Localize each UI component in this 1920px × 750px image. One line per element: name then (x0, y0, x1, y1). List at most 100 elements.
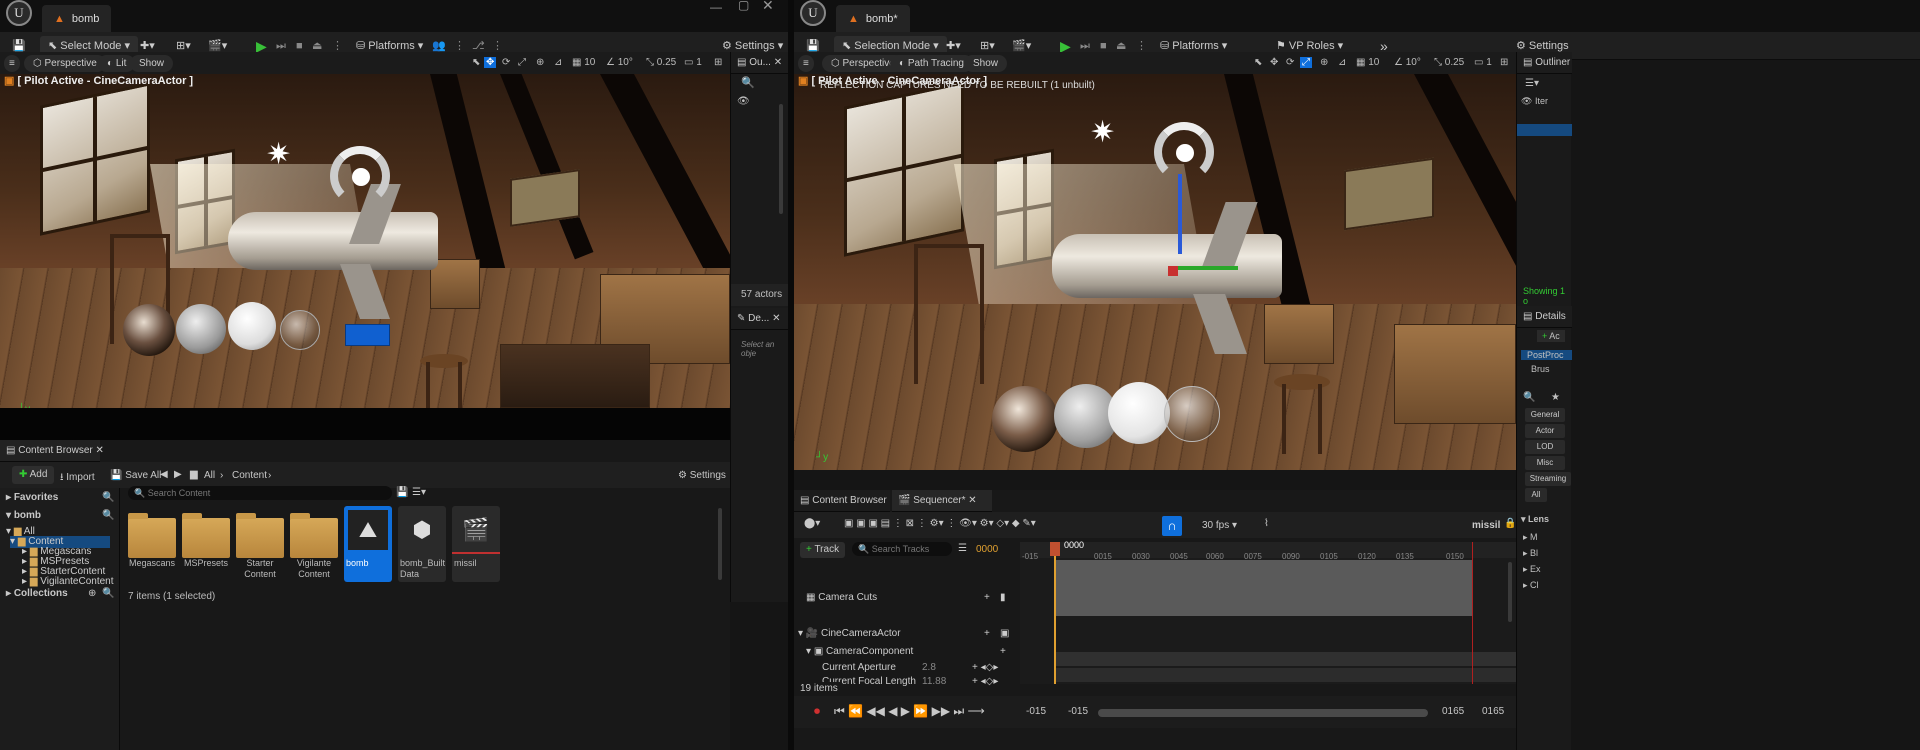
details-tab[interactable]: ▤ Details (1517, 306, 1572, 328)
playhead[interactable] (1054, 542, 1056, 684)
details-add-button[interactable]: + Ac (1537, 330, 1565, 342)
snap-toggle-button[interactable]: ∩ (1162, 516, 1182, 536)
surface-snap-icon[interactable]: ⊿ (1338, 57, 1346, 68)
close-icon[interactable]: ✕ (774, 57, 782, 68)
lock-track-icon[interactable]: ▮ (1000, 592, 1006, 603)
sequence-options-icon[interactable]: ⬤▾ (804, 518, 820, 529)
lens-row[interactable]: ▸ Bl (1523, 548, 1538, 559)
breadcrumb-content[interactable]: Content (232, 470, 267, 481)
sequencer-toolbar-icons[interactable]: ▣ ▣ ▣ ▤ ⋮ ⊠ ⋮ ⚙▾ ⋮ 👁▾ ⚙▾ ◇▾ ◆ ✎▾ (844, 518, 1036, 529)
project-header[interactable]: ▾ bomb (6, 510, 41, 521)
close-button[interactable]: ✕ (762, 0, 774, 14)
viewport-menu-button[interactable]: ≡ (798, 55, 814, 72)
select-tool-icon[interactable]: ⬉ (1254, 57, 1262, 68)
search-tracks-input[interactable]: 🔍 Search Tracks (852, 542, 952, 556)
breadcrumb-all[interactable]: All (204, 470, 215, 481)
category-general[interactable]: General (1525, 408, 1565, 422)
rotation-snap[interactable]: ∠ 10° (1394, 57, 1421, 68)
translate-tool-icon[interactable]: ✥ (484, 57, 497, 68)
cb-settings-button[interactable]: ⚙ Settings (678, 470, 726, 481)
category-streaming[interactable]: Streaming (1525, 472, 1571, 486)
transform-gizmo-z[interactable] (1178, 174, 1182, 254)
left-level-tab[interactable]: ▲ bomb (42, 5, 112, 32)
transform-gizmo-x[interactable] (1168, 266, 1178, 276)
track-filter-icon[interactable]: ☰ (958, 543, 967, 554)
track-cinecameraactor[interactable]: ▾ 🎥 CineCameraActor (798, 628, 901, 639)
folder-starter-content[interactable] (236, 513, 284, 558)
add-key-icon[interactable]: + (984, 592, 990, 603)
directional-light-icon[interactable]: ✷ (266, 140, 291, 170)
add-track-button[interactable]: + Track (800, 542, 846, 558)
content-browser-tab[interactable]: ▤ Content Browser ✕ (0, 440, 104, 462)
show-button[interactable]: Show (964, 55, 1008, 72)
outliner-tab[interactable]: ▤ Outliner (1517, 52, 1572, 74)
spot-light-icon[interactable] (330, 146, 390, 206)
camera-speed[interactable]: ▭ 1 (1474, 57, 1492, 68)
details-component-2[interactable]: Brus (1531, 364, 1550, 374)
playhead-handle[interactable] (1050, 542, 1060, 556)
search-content-input[interactable]: 🔍 Search Content (128, 486, 392, 500)
content-browser-tab[interactable]: ▤ Content Browser (794, 490, 890, 512)
show-button[interactable]: Show (130, 55, 174, 72)
scale-tool-icon[interactable]: ⤢ (1300, 57, 1312, 68)
filter-icon[interactable]: ☰▾ (1525, 78, 1539, 89)
cb-scrollbar[interactable] (718, 508, 722, 580)
track-cameracomponent[interactable]: ▾ ▣ CameraComponent (806, 646, 913, 657)
outliner-scrollbar[interactable] (779, 104, 783, 214)
world-icon[interactable]: ⊕ (536, 57, 544, 68)
category-all[interactable]: All (1525, 488, 1547, 502)
add-button[interactable]: ✚ Add (12, 466, 55, 484)
timeline-scrollbar[interactable] (1508, 562, 1512, 622)
favorites-search-icon[interactable]: 🔍 (102, 492, 114, 503)
details-component-1[interactable]: PostProc (1521, 350, 1572, 360)
range-start-a[interactable]: -015 (1026, 706, 1046, 717)
close-icon[interactable]: ✕ (772, 313, 780, 324)
layout-icon[interactable]: ⊞ (714, 57, 722, 68)
import-button[interactable]: ⭳ Import (60, 470, 95, 487)
folder-vigilante-content[interactable] (290, 513, 338, 558)
rotate-tool-icon[interactable]: ⟳ (1286, 57, 1294, 68)
current-frame-field[interactable]: 0000 (976, 544, 998, 555)
favorites-header[interactable]: ▸ Favorites (6, 492, 58, 503)
rotate-tool-icon[interactable]: ⟳ (502, 57, 510, 68)
grid-snap[interactable]: ▦ 10 (1356, 57, 1379, 68)
folder-mspresets[interactable] (182, 513, 230, 558)
tree-item-vigilantecontent[interactable]: ▸ ▆ VigilanteContent (22, 576, 114, 588)
forward-icon[interactable]: ▶ (174, 469, 182, 480)
right-viewport[interactable]: ✷ ▣ [ Pilot Active - CineCameraActor ] R… (794, 74, 1516, 470)
range-end-b[interactable]: 0165 (1482, 706, 1504, 717)
category-lod[interactable]: LOD (1525, 440, 1565, 454)
rotation-snap[interactable]: ∠ 10° (606, 57, 633, 68)
viewport-menu-button[interactable]: ≡ (4, 55, 20, 72)
category-misc[interactable]: Misc (1525, 456, 1565, 470)
details-search-icon[interactable]: 🔍 (1523, 392, 1535, 403)
collections-search-icon[interactable]: 🔍 (102, 588, 114, 599)
range-scrollbar[interactable] (1098, 709, 1428, 717)
aperture-value[interactable]: 2.8 (922, 662, 936, 673)
translate-tool-icon[interactable]: ✥ (1270, 57, 1278, 68)
surface-snap-icon[interactable]: ⊿ (554, 57, 562, 68)
unreal-logo[interactable]: U (800, 0, 826, 26)
focal-length-value[interactable]: 11.88 (922, 676, 946, 687)
folder-megascans[interactable] (128, 513, 176, 558)
directional-light-icon[interactable]: ✷ (1090, 118, 1115, 148)
curve-editor-icon[interactable]: ⌇ (1264, 518, 1269, 529)
range-start-b[interactable]: -015 (1068, 706, 1088, 717)
perspective-button[interactable]: ⬡ Perspective (24, 55, 106, 72)
asset-bomb-level[interactable]: ⛰ (344, 506, 392, 582)
add-key-icon[interactable]: + (984, 628, 990, 639)
timeline-area[interactable]: -015 0015 0030 0045 0060 0075 0090 0105 … (1020, 540, 1516, 684)
lock-icon[interactable]: 🔒 (1504, 518, 1516, 529)
close-icon[interactable]: ✕ (96, 445, 104, 456)
spot-light-icon[interactable] (1154, 122, 1214, 182)
key-controls[interactable]: + ◂◇▸ (972, 676, 998, 687)
save-search-icon[interactable]: 💾 (396, 487, 408, 498)
outliner-eye-icon[interactable]: 👁 (737, 96, 750, 107)
lens-row[interactable]: ▸ Cl (1523, 580, 1539, 591)
left-viewport[interactable]: ✷ ▣ [ Pilot Active - CineCameraActor ] ┘… (0, 74, 730, 408)
maximize-button[interactable]: ▢ (738, 0, 749, 12)
path-tracing-button[interactable]: ◐ Path Tracing (890, 55, 973, 72)
close-icon[interactable]: ✕ (968, 495, 976, 506)
asset-missil-sequence[interactable]: 🎬 (452, 506, 500, 582)
outliner-tab[interactable]: ▤ Ou... ✕ (731, 52, 788, 74)
